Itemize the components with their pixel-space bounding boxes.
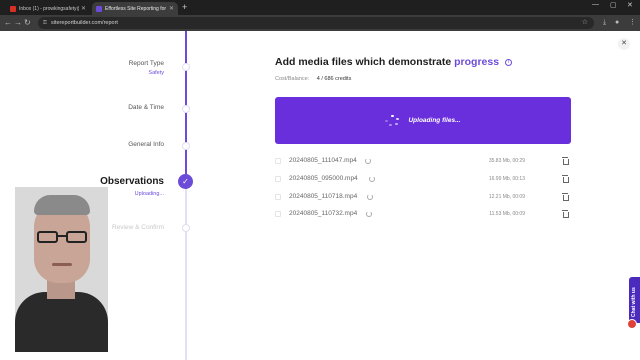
file-name: 20240805_111047.mp4	[289, 157, 357, 164]
webcam-overlay	[15, 187, 108, 352]
step-review-confirm[interactable]: Review & Confirm	[112, 224, 164, 231]
browser-tab-bar: Inbox (1) - prowkingsafety@g... ✕ Effort…	[0, 0, 640, 15]
person-shirt	[15, 292, 108, 352]
step-report-type[interactable]: Report Type	[129, 60, 164, 67]
step-date-time[interactable]: Date & Time	[128, 104, 164, 111]
step-node-general-info	[182, 142, 190, 150]
file-row: 20240805_110718.mp4 12.21 Mb, 00:09	[275, 192, 571, 204]
file-meta: 35.83 Mb, 00:29	[488, 158, 525, 164]
lock-icon: ⚿	[43, 20, 47, 26]
file-row: 20240805_111047.mp4 35.83 Mb, 00:29	[275, 156, 571, 168]
person-hair	[34, 195, 90, 215]
file-checkbox[interactable]	[275, 176, 281, 182]
file-meta: 11.53 Mb, 00:09	[489, 211, 525, 217]
heading-text: Add media files which demonstrate	[275, 56, 452, 68]
browser-tab-report[interactable]: Effortless Site Reporting for co... ✕	[92, 2, 178, 15]
spinner-icon	[367, 194, 373, 200]
file-meta: 16.99 Mb, 00:13	[488, 176, 525, 182]
heading-accent: progress	[454, 56, 500, 68]
chat-with-us-tab[interactable]: Chat with us	[629, 277, 640, 323]
back-icon[interactable]: ←	[4, 17, 12, 28]
close-icon[interactable]: ✕	[618, 38, 630, 50]
spinner-icon	[385, 114, 399, 127]
step-node-review-confirm	[182, 224, 190, 232]
browser-tab-inbox[interactable]: Inbox (1) - prowkingsafety@g... ✕	[6, 2, 90, 15]
step-general-info[interactable]: General Info	[128, 141, 164, 148]
extension-icon[interactable]: ●	[615, 18, 619, 28]
reload-icon[interactable]: ↻	[24, 17, 31, 28]
info-icon[interactable]: i	[504, 58, 512, 66]
person-mouth	[52, 263, 72, 266]
minimize-icon[interactable]: —	[592, 1, 599, 8]
step-report-type-value: Safety	[148, 70, 164, 76]
file-row: 20240805_110732.mp4 11.53 Mb, 00:09	[275, 209, 571, 221]
step-observations-status: Uploading...	[134, 191, 164, 197]
upload-dropzone[interactable]: Uploading files...	[275, 97, 571, 144]
file-name: 20240805_110732.mp4	[289, 210, 358, 217]
close-window-icon[interactable]: ✕	[627, 1, 633, 9]
page-title: Add media files which demonstrate progre…	[275, 56, 512, 68]
url-text: sitereportbuilder.com/report	[51, 20, 118, 26]
gmail-icon	[10, 5, 16, 12]
step-observations[interactable]: Observations	[100, 176, 164, 187]
file-checkbox[interactable]	[275, 194, 281, 200]
step-node-date-time	[182, 105, 190, 113]
trash-icon[interactable]	[562, 193, 569, 201]
close-tab-icon[interactable]: ✕	[169, 5, 174, 12]
star-icon[interactable]: ☆	[582, 17, 588, 29]
trash-icon[interactable]	[562, 157, 569, 165]
spinner-icon	[365, 158, 371, 164]
file-checkbox[interactable]	[275, 158, 281, 164]
tab-title: Inbox (1) - prowkingsafety@g...	[19, 5, 79, 12]
cost-value: 4 / 686 credits	[316, 76, 352, 82]
file-checkbox[interactable]	[275, 211, 281, 217]
address-bar: ← → ↻ ⚿ sitereportbuilder.com/report ☆ ⤓…	[0, 15, 640, 31]
chat-badge-icon[interactable]	[627, 319, 637, 329]
check-icon: ✓	[178, 174, 193, 189]
trash-icon[interactable]	[562, 175, 569, 183]
tab-title: Effortless Site Reporting for co...	[105, 5, 167, 12]
upload-status: Uploading files...	[408, 117, 461, 124]
forward-icon[interactable]: →	[14, 17, 22, 28]
cost-label: Cost/Balance:	[275, 76, 310, 82]
maximize-icon[interactable]: ▢	[610, 1, 617, 9]
file-meta: 12.21 Mb, 00:09	[488, 194, 525, 200]
file-name: 20240805_110718.mp4	[289, 193, 358, 200]
step-node-report-type	[182, 63, 190, 71]
file-name: 20240805_095000.mp4	[289, 175, 358, 182]
stepper-rail-pending	[185, 189, 187, 360]
spinner-icon	[369, 176, 375, 182]
site-icon	[96, 5, 102, 12]
cost-balance: Cost/Balance: 4 / 686 credits	[275, 76, 351, 82]
menu-icon[interactable]: ⋮	[629, 18, 636, 28]
new-tab-button[interactable]: +	[182, 2, 187, 13]
trash-icon[interactable]	[562, 210, 569, 218]
download-icon[interactable]: ⤓	[603, 18, 606, 28]
file-row: 20240805_095000.mp4 16.99 Mb, 00:13	[275, 174, 571, 186]
close-tab-icon[interactable]: ✕	[81, 5, 86, 12]
url-field[interactable]: ⚿ sitereportbuilder.com/report ☆	[38, 17, 594, 29]
person-glasses	[37, 231, 87, 243]
spinner-icon	[366, 211, 372, 217]
chat-label: Chat with us	[631, 287, 637, 317]
